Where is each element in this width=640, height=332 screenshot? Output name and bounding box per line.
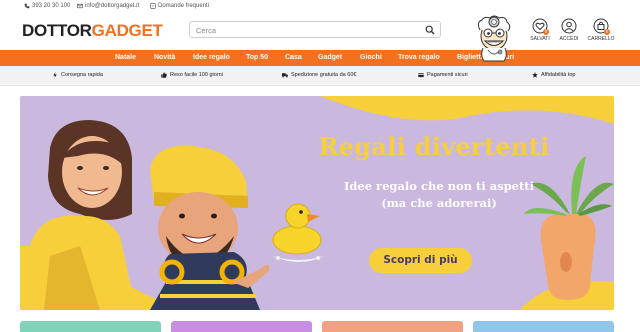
user-icon bbox=[561, 18, 577, 34]
usp-label: Spedizione gratuita da 60€ bbox=[291, 72, 357, 78]
email-contact[interactable]: info@dottorgadget.it bbox=[77, 3, 139, 9]
hero-subtitle: Idee regalo che non ti aspetti (ma che a… bbox=[320, 178, 558, 212]
usp-item-reso: Reso facile 100 giorni bbox=[161, 72, 223, 78]
main-nav: Natale Novità Idee regalo Top 50 Casa Ga… bbox=[0, 50, 640, 66]
star-icon bbox=[532, 72, 538, 78]
faq-label: Domande frequenti bbox=[158, 3, 210, 9]
saved-count-badge: 0 bbox=[543, 29, 549, 35]
usp-label: Pagamenti sicuri bbox=[427, 72, 468, 78]
login-button[interactable]: ACCEDI bbox=[551, 16, 587, 50]
mail-icon bbox=[77, 3, 83, 9]
nav-item-idee-regalo[interactable]: Idee regalo bbox=[193, 54, 230, 61]
help-icon: ? bbox=[150, 3, 156, 9]
nav-item-trova-regalo[interactable]: Trova regalo bbox=[398, 54, 440, 61]
category-card-4[interactable] bbox=[473, 321, 614, 332]
category-card-2[interactable] bbox=[171, 321, 312, 332]
nav-item-casa[interactable]: Casa bbox=[285, 54, 302, 61]
lightning-icon bbox=[53, 72, 57, 78]
usp-label: Reso facile 100 giorni bbox=[170, 72, 223, 78]
nav-item-giochi[interactable]: Giochi bbox=[360, 54, 382, 61]
phone-contact[interactable]: 393 20 30 100 bbox=[24, 3, 70, 9]
logo-text-dottor: DOTTOR bbox=[22, 21, 92, 40]
usp-label: Consegna rapida bbox=[61, 72, 103, 78]
header: DOTTORGADGET 0 SALVATI ACCEDI bbox=[0, 12, 640, 62]
hero-subtitle-line-2: (ma che adorerai) bbox=[381, 196, 497, 210]
usp-label: Affidabilità top bbox=[541, 72, 576, 78]
usp-item-affidabilita: Affidabilità top bbox=[532, 72, 575, 78]
category-card-1[interactable] bbox=[20, 321, 161, 332]
search-box bbox=[189, 21, 441, 38]
usp-bar: Consegna rapida Reso facile 100 giorni S… bbox=[0, 66, 640, 86]
search-icon[interactable] bbox=[425, 25, 435, 35]
card-icon bbox=[418, 73, 424, 78]
hero-banner[interactable]: Regali divertenti Idee regalo che non ti… bbox=[20, 96, 614, 310]
email-address: info@dottorgadget.it bbox=[85, 3, 140, 9]
usp-item-spedizione: Spedizione gratuita da 60€ bbox=[282, 72, 356, 78]
category-cards bbox=[0, 321, 640, 332]
login-label: ACCEDI bbox=[559, 36, 579, 42]
thumbs-up-icon bbox=[161, 72, 167, 78]
nav-item-gadget[interactable]: Gadget bbox=[318, 54, 342, 61]
svg-text:?: ? bbox=[152, 5, 154, 9]
hero-subtitle-line-1: Idee regalo che non ti aspetti bbox=[343, 179, 534, 193]
nav-item-top-50[interactable]: Top 50 bbox=[246, 54, 268, 61]
heart-icon: 0 bbox=[532, 18, 549, 35]
site-logo[interactable]: DOTTORGADGET bbox=[22, 21, 163, 41]
discover-more-button[interactable]: Scopri di più bbox=[369, 248, 472, 273]
usp-item-pagamenti: Pagamenti sicuri bbox=[418, 72, 468, 78]
cart-count-badge: 0 bbox=[604, 29, 610, 35]
nav-item-natale[interactable]: Natale bbox=[115, 54, 136, 61]
faq-link[interactable]: ? Domande frequenti bbox=[150, 3, 209, 9]
hero-title: Regali divertenti bbox=[318, 132, 550, 161]
truck-icon bbox=[282, 73, 288, 78]
cart-button[interactable]: 0 CARRELLO bbox=[583, 16, 619, 50]
phone-icon bbox=[24, 3, 30, 9]
search-input[interactable] bbox=[196, 24, 416, 36]
top-bar: 393 20 30 100 info@dottorgadget.it ? Dom… bbox=[0, 0, 640, 12]
category-card-3[interactable] bbox=[322, 321, 463, 332]
phone-number: 393 20 30 100 bbox=[32, 3, 71, 9]
doctor-mascot-icon bbox=[477, 15, 511, 62]
shopping-bag-icon: 0 bbox=[593, 18, 610, 35]
usp-item-consegna: Consegna rapida bbox=[52, 72, 103, 78]
nav-item-novita[interactable]: Novità bbox=[154, 54, 175, 61]
cart-label: CARRELLO bbox=[587, 36, 615, 42]
logo-text-gadget: GADGET bbox=[91, 21, 163, 40]
